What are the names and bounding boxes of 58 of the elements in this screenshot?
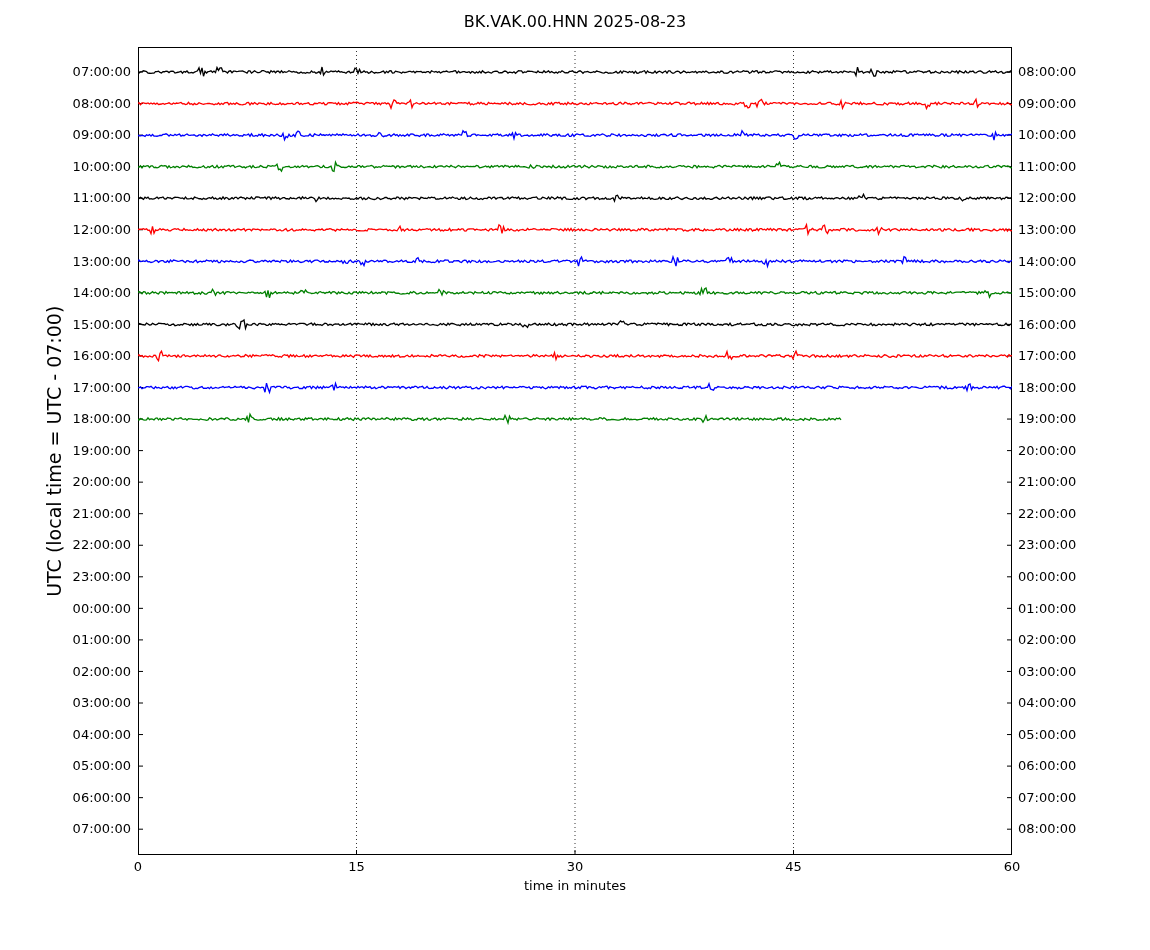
tick-label: 09:00:00 — [72, 128, 131, 142]
tick-label: 15:00:00 — [1018, 286, 1077, 300]
tick-label: 45 — [785, 859, 802, 875]
tick-label: 15 — [348, 859, 365, 875]
x-axis-label: time in minutes — [523, 878, 627, 894]
tick-label: 02:00:00 — [72, 664, 131, 678]
tick-label: 20:00:00 — [72, 475, 131, 489]
tick-label: 00:00:00 — [1018, 570, 1077, 583]
tick-label: 03:00:00 — [1018, 664, 1077, 678]
tick-label: 16:00:00 — [1018, 317, 1077, 331]
tick-label: 0 — [133, 859, 143, 875]
tick-label: 12:00:00 — [72, 223, 131, 236]
tick-label: 01:00:00 — [1018, 601, 1077, 615]
tick-label: 21:00:00 — [1018, 475, 1077, 489]
tick-label: 11:00:00 — [1018, 159, 1077, 173]
tick-label: 08:00:00 — [72, 96, 131, 110]
tick-label: 10:00:00 — [1018, 128, 1077, 142]
tick-label: 20:00:00 — [1018, 443, 1077, 457]
tick-label: 04:00:00 — [1018, 696, 1077, 710]
tick-label: 10:00:00 — [72, 159, 131, 173]
tick-label: 17:00:00 — [1018, 349, 1077, 363]
tick-label: 03:00:00 — [72, 696, 131, 710]
tick-label: 09:00:00 — [1018, 96, 1077, 110]
y-axis-label: UTC (local time = UTC - 07:00) — [42, 305, 67, 597]
tick-label: 08:00:00 — [1018, 65, 1077, 79]
tick-label: 05:00:00 — [1018, 727, 1077, 741]
tick-label: 14:00:00 — [72, 286, 131, 300]
tick-label: 17:00:00 — [72, 380, 131, 394]
tick-label: 14:00:00 — [1018, 254, 1077, 268]
tick-label: 23:00:00 — [1018, 538, 1077, 552]
tick-label: 07:00:00 — [1018, 790, 1077, 804]
tick-label: 19:00:00 — [72, 443, 131, 457]
tick-label: 08:00:00 — [1018, 822, 1077, 836]
tick-label: 12:00:00 — [1018, 191, 1077, 205]
tick-label: 22:00:00 — [72, 538, 131, 552]
tick-label: 04:00:00 — [72, 727, 131, 741]
tick-label: 60 — [1003, 859, 1021, 875]
tick-label: 16:00:00 — [72, 349, 131, 363]
tick-label: 23:00:00 — [72, 570, 131, 583]
tick-label: 21:00:00 — [72, 506, 131, 520]
tick-label: 30 — [566, 859, 584, 875]
tick-label: 13:00:00 — [1018, 223, 1077, 236]
tick-label: 19:00:00 — [1018, 412, 1077, 426]
tick-label: 00:00:00 — [72, 601, 131, 615]
tick-label: 18:00:00 — [72, 412, 131, 426]
tick-label: 07:00:00 — [72, 65, 131, 79]
tick-label: 05:00:00 — [72, 759, 131, 773]
tick-label: 22:00:00 — [1018, 506, 1077, 520]
tick-label: 02:00:00 — [1018, 633, 1077, 647]
tick-label: 01:00:00 — [72, 633, 131, 647]
tick-label: 13:00:00 — [72, 254, 131, 268]
chart-title: BK.VAK.00.HNN 2025-08-23 — [463, 12, 687, 32]
tick-label: 15:00:00 — [72, 317, 131, 331]
tick-label: 07:00:00 — [72, 822, 131, 836]
tick-label: 18:00:00 — [1018, 380, 1077, 394]
tick-label: 06:00:00 — [72, 790, 131, 804]
tick-label: 11:00:00 — [72, 191, 131, 205]
tick-label: 06:00:00 — [1018, 759, 1077, 773]
